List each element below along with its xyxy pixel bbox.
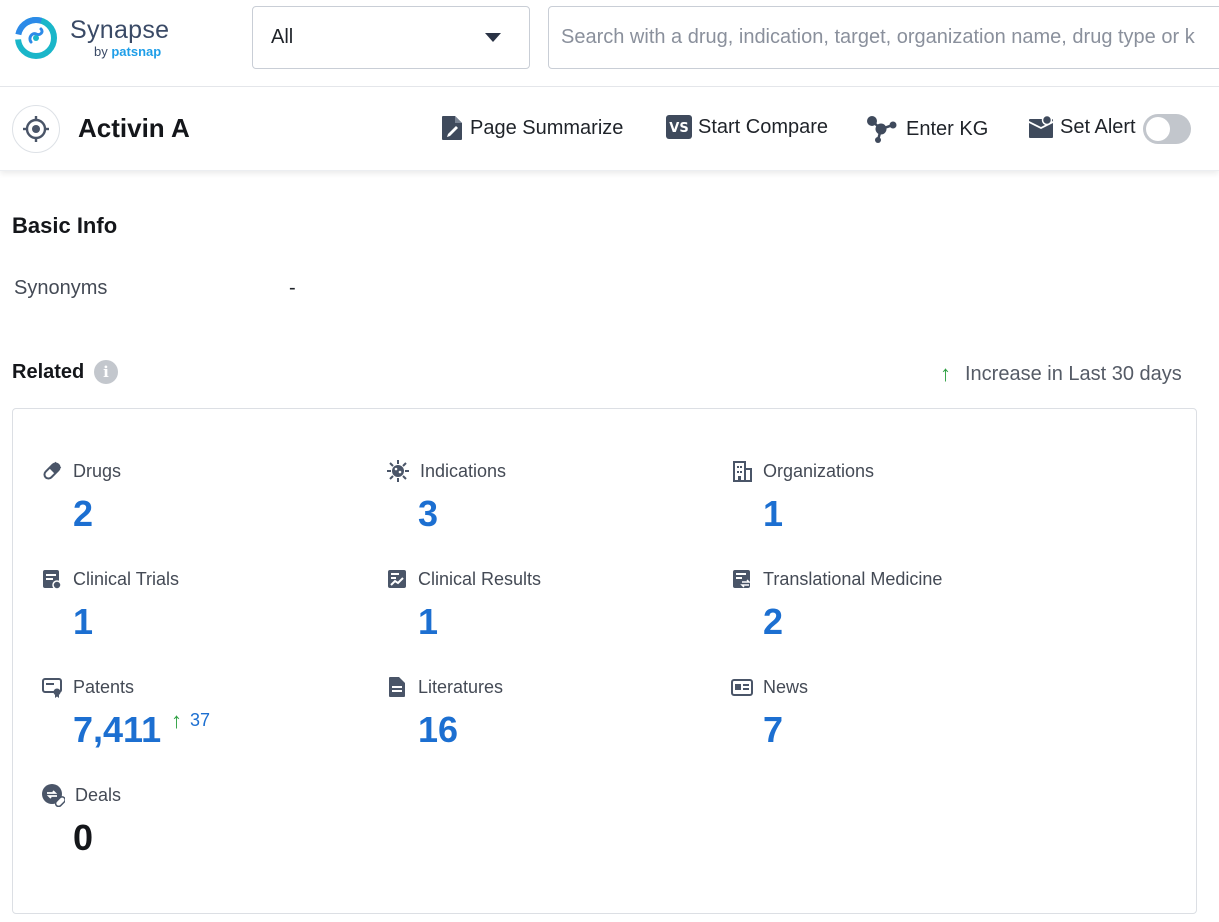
- alert-toggle[interactable]: [1143, 114, 1191, 144]
- stat-value[interactable]: 2: [763, 601, 783, 643]
- stat-label: News: [763, 677, 808, 698]
- stat-patents[interactable]: Patents 7,411 ↑ 37: [41, 675, 361, 770]
- stat-label: Indications: [420, 461, 506, 482]
- increase-legend-text: Increase in Last 30 days: [965, 363, 1182, 386]
- clipboard-icon: [41, 568, 63, 590]
- pill-icon: [41, 460, 63, 482]
- enter-kg-label: Enter KG: [906, 118, 988, 141]
- stat-value: 0: [73, 817, 93, 859]
- virus-icon: [386, 459, 410, 483]
- set-alert-label: Set Alert: [1060, 116, 1136, 139]
- toggle-knob: [1146, 117, 1170, 141]
- stat-value[interactable]: 7: [763, 709, 783, 751]
- related-heading: Related: [12, 361, 84, 384]
- stat-label: Patents: [73, 677, 134, 698]
- page-summarize-label: Page Summarize: [470, 117, 623, 140]
- stat-value[interactable]: 1: [418, 601, 438, 643]
- search-input[interactable]: [549, 7, 1219, 68]
- patents-increase: ↑ 37: [171, 709, 210, 733]
- knowledge-graph-icon: [866, 115, 898, 143]
- stat-news[interactable]: News 7: [731, 675, 1051, 770]
- building-icon: [731, 460, 753, 482]
- brand-by-text: by: [94, 44, 108, 59]
- increase-legend: ↑ Increase in Last 30 days: [940, 361, 1182, 387]
- synonyms-value: -: [289, 277, 296, 300]
- stat-label: Deals: [75, 785, 121, 806]
- arrow-up-icon: ↑: [171, 709, 182, 733]
- related-stats-card: Drugs 2 Indications 3: [12, 408, 1197, 914]
- synonyms-label: Synonyms: [14, 277, 107, 300]
- page-title: Activin A: [78, 113, 190, 144]
- stat-clinical-trials[interactable]: Clinical Trials 1: [41, 567, 361, 662]
- stat-literatures[interactable]: Literatures 16: [386, 675, 706, 770]
- set-alert-button[interactable]: Set Alert: [1028, 115, 1136, 139]
- arrow-up-icon: ↑: [940, 361, 951, 387]
- stat-deals[interactable]: Deals 0: [41, 783, 361, 878]
- entity-header: Activin A Page Summarize VS Start Compar…: [0, 87, 1219, 171]
- handshake-icon: [41, 783, 65, 807]
- caret-down-icon: [485, 33, 501, 42]
- stat-value[interactable]: 1: [763, 493, 783, 535]
- search-scope-select[interactable]: All: [252, 6, 530, 69]
- brand-name: Synapse: [70, 16, 169, 44]
- stat-value[interactable]: 7,411: [73, 709, 161, 751]
- stat-label: Literatures: [418, 677, 503, 698]
- stat-label: Drugs: [73, 461, 121, 482]
- stat-label: Organizations: [763, 461, 874, 482]
- stat-value[interactable]: 16: [418, 709, 458, 751]
- stat-translational-medicine[interactable]: Translational Medicine 2: [731, 567, 1051, 662]
- brand-patsnap-text: patsnap: [111, 44, 161, 59]
- stat-indications[interactable]: Indications 3: [386, 459, 706, 554]
- certificate-icon: [41, 676, 63, 698]
- info-icon[interactable]: i: [94, 360, 118, 384]
- stat-value[interactable]: 3: [418, 493, 438, 535]
- patents-increase-count[interactable]: 37: [190, 709, 210, 731]
- page-summarize-button[interactable]: Page Summarize: [440, 115, 623, 141]
- enter-kg-button[interactable]: Enter KG: [866, 115, 988, 143]
- top-navigation-bar: Synapse by patsnap All: [0, 0, 1219, 87]
- stat-label: Clinical Trials: [73, 569, 179, 590]
- basic-info-heading: Basic Info: [12, 213, 117, 239]
- brand-sub: by patsnap: [94, 44, 169, 60]
- start-compare-button[interactable]: VS Start Compare: [666, 115, 828, 139]
- newspaper-icon: [731, 676, 753, 698]
- stat-value[interactable]: 1: [73, 601, 93, 643]
- search-scope-value: All: [271, 26, 293, 49]
- search-box[interactable]: [548, 6, 1219, 69]
- synapse-logo[interactable]: Synapse by patsnap: [12, 14, 169, 62]
- synapse-logo-icon: [12, 14, 60, 62]
- stat-label: Translational Medicine: [763, 569, 942, 590]
- document-icon: [386, 676, 408, 698]
- stat-organizations[interactable]: Organizations 1: [731, 459, 1051, 554]
- stat-drugs[interactable]: Drugs 2: [41, 459, 361, 554]
- start-compare-label: Start Compare: [698, 116, 828, 139]
- alert-mail-icon: [1028, 115, 1054, 139]
- svg-text:VS: VS: [669, 121, 688, 136]
- target-icon: [12, 105, 60, 153]
- chart-report-icon: [386, 568, 408, 590]
- stat-label: Clinical Results: [418, 569, 541, 590]
- document-edit-icon: [440, 115, 464, 141]
- exchange-doc-icon: [731, 568, 753, 590]
- vs-icon: VS: [666, 115, 692, 139]
- stat-value[interactable]: 2: [73, 493, 93, 535]
- stat-clinical-results[interactable]: Clinical Results 1: [386, 567, 706, 662]
